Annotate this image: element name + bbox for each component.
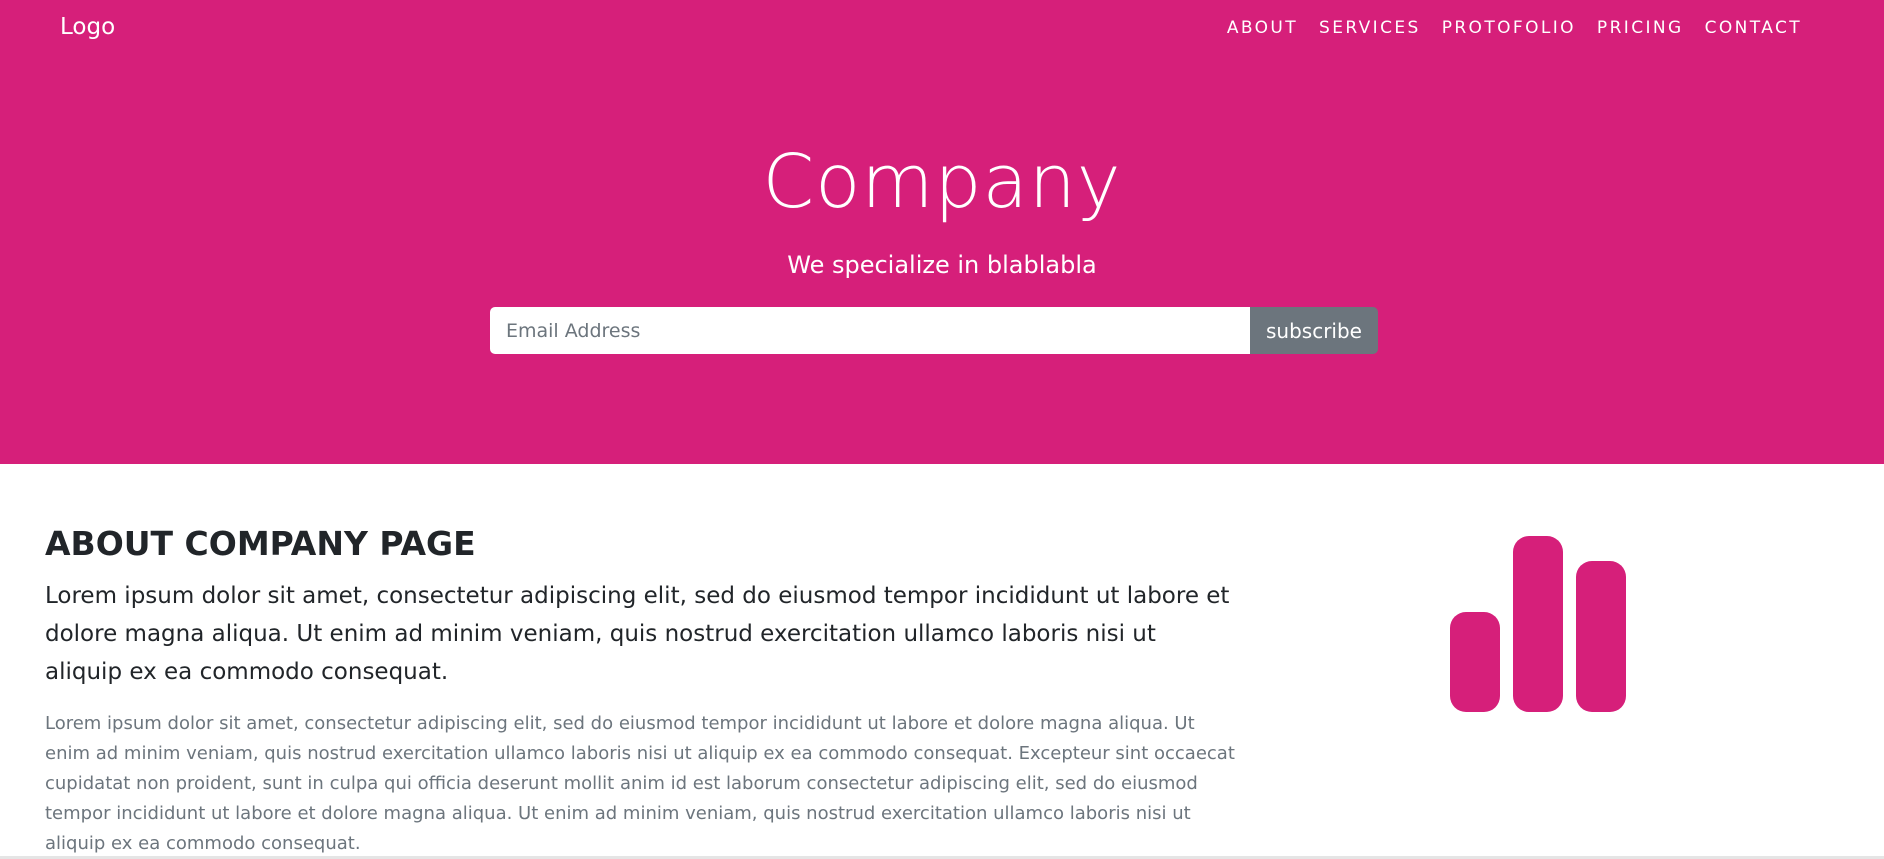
logo[interactable]: Logo bbox=[60, 14, 115, 40]
hero-title: Company bbox=[762, 139, 1122, 225]
subscribe-button[interactable]: subscribe bbox=[1250, 307, 1378, 354]
signal-bars-icon bbox=[1450, 536, 1626, 712]
nav-item-about[interactable]: ABOUT bbox=[1227, 18, 1298, 38]
nav-item-portfolio[interactable]: PROTOFOLIO bbox=[1442, 18, 1576, 38]
about-section: ABOUT COMPANY PAGE Lorem ipsum dolor sit… bbox=[0, 464, 1884, 859]
hero-section: Logo ABOUT SERVICES PROTOFOLIO PRICING C… bbox=[0, 0, 1884, 464]
subscribe-form: subscribe bbox=[490, 307, 1378, 354]
hero-subtitle: We specialize in blablabla bbox=[787, 251, 1097, 279]
nav-item-contact[interactable]: CONTACT bbox=[1705, 18, 1802, 38]
about-body-text: Lorem ipsum dolor sit amet, consectetur … bbox=[45, 713, 1235, 854]
about-lead-text: Lorem ipsum dolor sit amet, consectetur … bbox=[45, 583, 1230, 685]
main-nav: ABOUT SERVICES PROTOFOLIO PRICING CONTAC… bbox=[1227, 18, 1802, 38]
nav-item-services[interactable]: SERVICES bbox=[1319, 18, 1421, 38]
email-input[interactable] bbox=[490, 307, 1250, 354]
about-title: ABOUT COMPANY PAGE bbox=[45, 524, 476, 563]
nav-item-pricing[interactable]: PRICING bbox=[1597, 18, 1684, 38]
